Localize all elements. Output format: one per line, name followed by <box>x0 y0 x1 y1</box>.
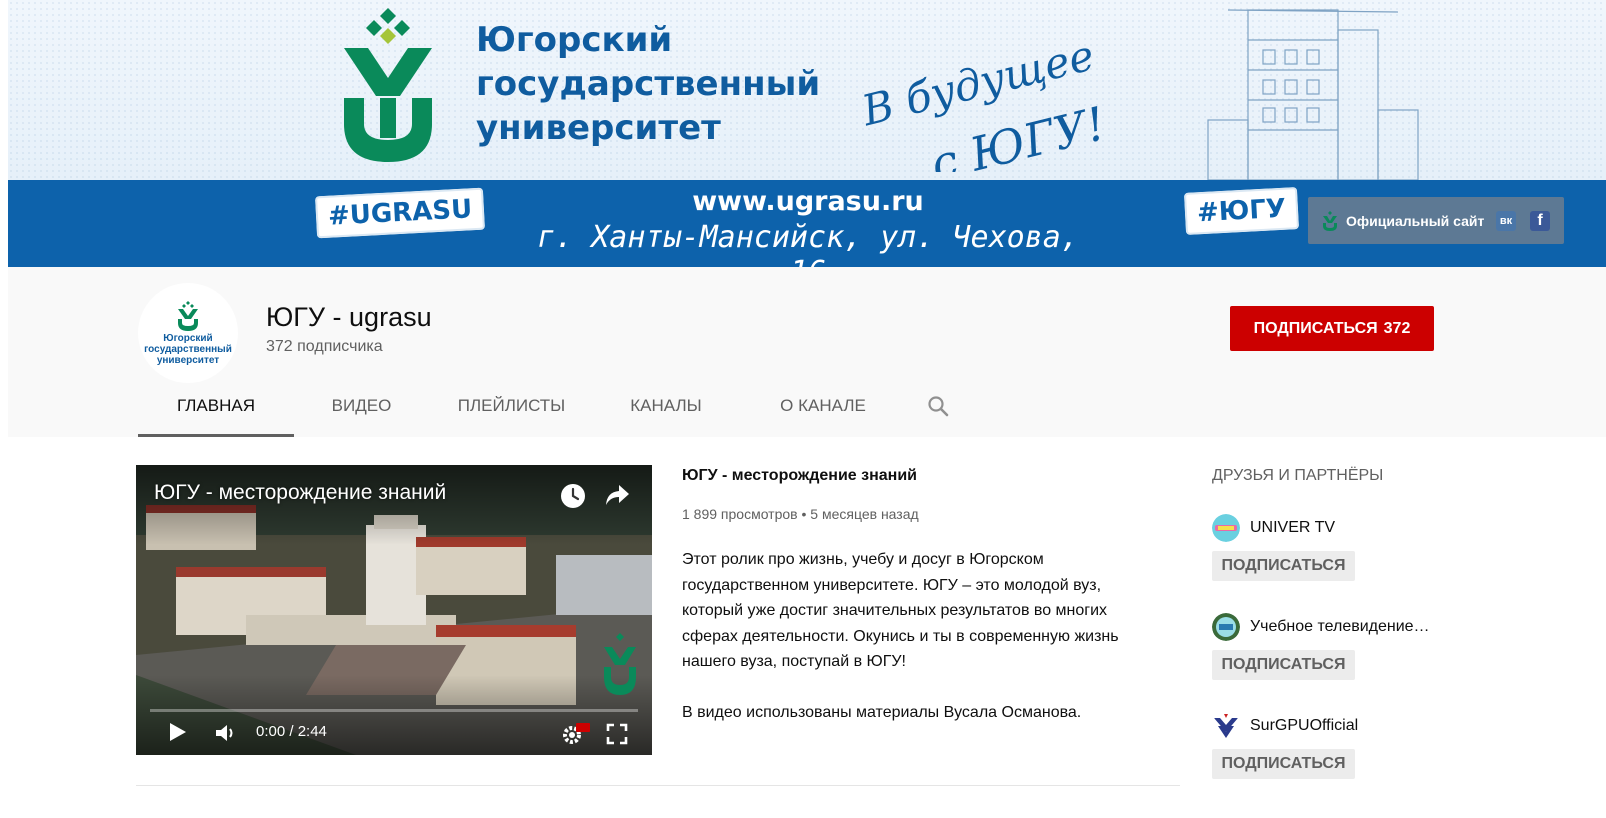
tab-videos[interactable]: ВИДЕО <box>294 377 429 434</box>
friend-subscribe-button[interactable]: ПОДПИСАТЬСЯ <box>1212 551 1355 581</box>
avatar-text-line-1: Югорский <box>163 332 213 344</box>
university-name: Югорский государственный университет <box>476 18 820 150</box>
channel-banner: Югорский государственный университет В б… <box>8 0 1606 267</box>
educational-tv-avatar <box>1212 613 1240 641</box>
tab-about[interactable]: О КАНАЛЕ <box>738 377 908 434</box>
channel-search-button[interactable] <box>908 377 968 434</box>
play-icon[interactable] <box>168 721 188 743</box>
video-player[interactable]: ЮГУ - месторождение знаний 0:00 / 2:44 <box>136 465 652 755</box>
friends-heading: ДРУЗЬЯ И ПАРТНЁРЫ <box>1212 467 1384 484</box>
page-left-edge <box>0 0 8 818</box>
video-description: Этот ролик про жизнь, учебу и досуг в Юг… <box>682 547 1152 751</box>
video-description-paragraph: Этот ролик про жизнь, учебу и досуг в Юг… <box>682 551 1119 671</box>
banner-slogan: В будущее с ЮГУ! <box>856 30 1111 172</box>
friend-channel-link[interactable]: Учебное телевидение… <box>1212 613 1472 641</box>
hashtag-yugu: #ЮГУ <box>1183 187 1299 235</box>
friend-name: SurGPUOfficial <box>1250 717 1359 734</box>
subscribe-button-count: 372 <box>1383 319 1411 337</box>
friend-item: SurGPUOfficial ПОДПИСАТЬСЯ <box>1212 712 1472 779</box>
friend-item: UNIVER TV ПОДПИСАТЬСЯ <box>1212 514 1472 581</box>
watch-later-icon[interactable] <box>560 483 586 509</box>
univer-tv-avatar <box>1212 514 1240 542</box>
official-site-icon <box>1323 210 1337 231</box>
settings-hd-icon[interactable] <box>560 721 590 747</box>
university-logo-icon <box>344 8 432 162</box>
video-progress-bar[interactable] <box>150 709 638 712</box>
friend-subscribe-button[interactable]: ПОДПИСАТЬСЯ <box>1212 650 1355 680</box>
surgpu-avatar <box>1212 712 1240 740</box>
tab-channels[interactable]: КАНАЛЫ <box>594 377 738 434</box>
banner-links: Официальный сайт вк f <box>1308 197 1564 244</box>
avatar-text-line-2: государственный <box>144 343 232 355</box>
tab-playlists[interactable]: ПЛЕЙЛИСТЫ <box>429 377 594 434</box>
building-sketch <box>1207 9 1419 180</box>
subscriber-count: 372 подписчика <box>266 338 383 355</box>
official-site-link[interactable]: Официальный сайт <box>1346 213 1496 229</box>
avatar-text: Югорский государственный университет <box>144 333 232 366</box>
subscribe-button-label: ПОДПИСАТЬСЯ <box>1253 319 1378 337</box>
hashtag-ugrasu: #UGRASU <box>315 187 486 239</box>
university-name-line-2: государственный <box>476 64 821 104</box>
video-age: 5 месяцев назад <box>810 506 919 522</box>
video-watermark-logo-icon <box>604 633 636 695</box>
friend-channel-link[interactable]: SurGPUOfficial <box>1212 712 1472 740</box>
avatar-text-line-3: университет <box>156 354 220 366</box>
banner-website: www.ugrasu.ru <box>692 186 924 217</box>
subscribe-button[interactable]: ПОДПИСАТЬСЯ 372 <box>1230 306 1434 351</box>
tab-home[interactable]: ГЛАВНАЯ <box>138 377 294 437</box>
video-meta: 1 899 просмотров • 5 месяцев назад <box>682 506 919 522</box>
friend-subscribe-button[interactable]: ПОДПИСАТЬСЯ <box>1212 749 1355 779</box>
section-divider <box>136 785 1180 786</box>
channel-tabs: ГЛАВНАЯ ВИДЕО ПЛЕЙЛИСТЫ КАНАЛЫ О КАНАЛЕ <box>138 377 968 437</box>
channel-content: ЮГУ - месторождение знаний 0:00 / 2:44 Ю… <box>8 437 1606 818</box>
video-description-credits: В видео использованы материалы Вусала Ос… <box>682 703 1082 721</box>
friend-item: Учебное телевидение… ПОДПИСАТЬСЯ <box>1212 613 1472 680</box>
friend-channel-link[interactable]: UNIVER TV <box>1212 514 1472 542</box>
channel-header: Югорский государственный университет ЮГУ… <box>8 267 1606 437</box>
channel-avatar[interactable]: Югорский государственный университет <box>138 283 238 383</box>
banner-address: г. Ханты-Мансийск, ул. Чехова, 16 <box>537 220 1079 267</box>
channel-title: ЮГУ - ugrasu <box>266 302 432 332</box>
facebook-icon[interactable]: f <box>1530 210 1550 231</box>
player-video-title[interactable]: ЮГУ - месторождение знаний <box>154 481 446 505</box>
friend-name: UNIVER TV <box>1250 519 1336 536</box>
video-title[interactable]: ЮГУ - месторождение знаний <box>682 467 917 485</box>
university-name-line-3: университет <box>476 108 721 148</box>
fullscreen-icon[interactable] <box>606 723 628 745</box>
university-name-line-1: Югорский <box>476 20 673 60</box>
share-icon[interactable] <box>604 483 630 507</box>
video-time: 0:00 / 2:44 <box>256 723 327 740</box>
video-meta-separator: • <box>801 506 807 522</box>
vk-icon[interactable]: вк <box>1496 210 1516 231</box>
video-views: 1 899 просмотров <box>682 506 798 522</box>
friend-name: Учебное телевидение… <box>1250 618 1430 635</box>
avatar-logo-icon <box>178 300 198 331</box>
search-icon <box>928 395 949 416</box>
volume-icon[interactable] <box>214 723 238 743</box>
